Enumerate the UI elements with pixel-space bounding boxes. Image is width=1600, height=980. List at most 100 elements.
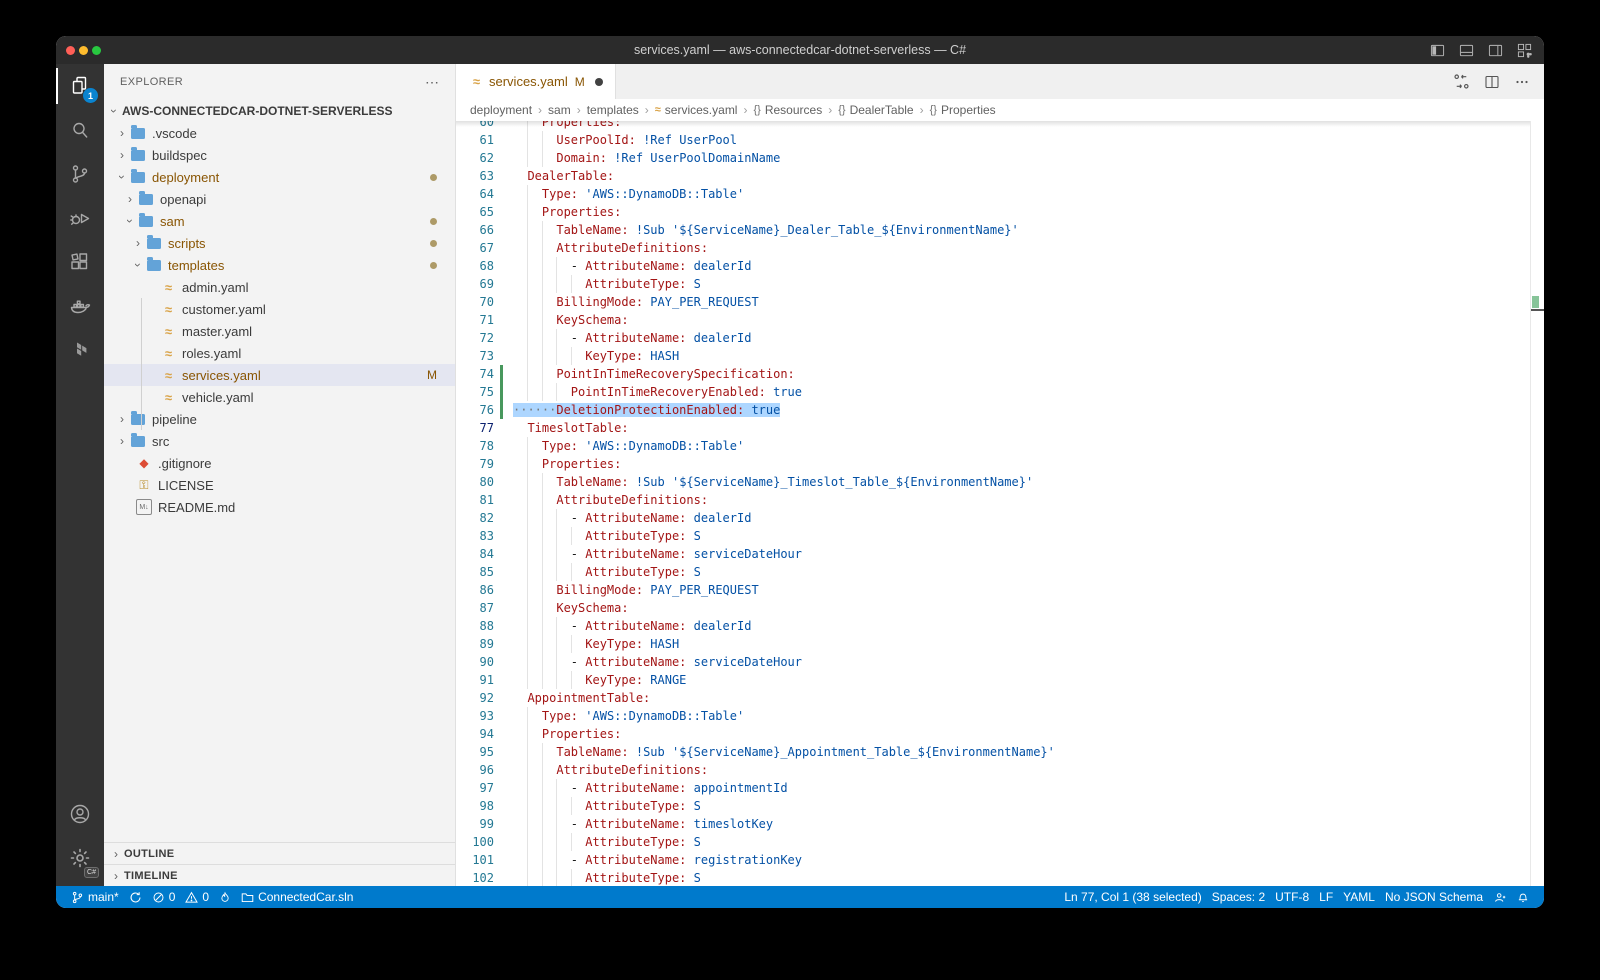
code-line[interactable]: 94 Properties: [456, 725, 1544, 743]
code-line[interactable]: 85 AttributeType: S [456, 563, 1544, 581]
tree-item-readme-md[interactable]: M↓ README.md [104, 496, 455, 518]
code-line[interactable]: 101 - AttributeName: registrationKey [456, 851, 1544, 869]
code-line[interactable]: 90 - AttributeName: serviceDateHour [456, 653, 1544, 671]
code-line[interactable]: 69 AttributeType: S [456, 275, 1544, 293]
code-line[interactable]: 83 AttributeType: S [456, 527, 1544, 545]
line-number[interactable]: 83 [456, 527, 494, 545]
code-line[interactable]: 68 - AttributeName: dealerId [456, 257, 1544, 275]
layout-customize-icon[interactable] [1517, 43, 1532, 58]
line-number[interactable]: 96 [456, 761, 494, 779]
line-number[interactable]: 71 [456, 311, 494, 329]
line-number[interactable]: 98 [456, 797, 494, 815]
code-line[interactable]: 99 - AttributeName: timeslotKey [456, 815, 1544, 833]
activity-run-debug[interactable] [56, 196, 104, 240]
line-number[interactable]: 92 [456, 689, 494, 707]
line-number[interactable]: 75 [456, 383, 494, 401]
breadcrumb-item-dealertable[interactable]: {} DealerTable [838, 103, 913, 117]
line-number[interactable]: 70 [456, 293, 494, 311]
code-line[interactable]: 82 - AttributeName: dealerId [456, 509, 1544, 527]
code-line[interactable]: 70 BillingMode: PAY_PER_REQUEST [456, 293, 1544, 311]
code-line[interactable]: 88 - AttributeName: dealerId [456, 617, 1544, 635]
activity-extensions[interactable] [56, 240, 104, 284]
tree-item-sam[interactable]: › sam [104, 210, 455, 232]
line-number[interactable]: 94 [456, 725, 494, 743]
section-outline[interactable]: › OUTLINE [104, 842, 455, 864]
overview-ruler[interactable] [1530, 121, 1544, 886]
code-line[interactable]: 95 TableName: !Sub '${ServiceName}_Appoi… [456, 743, 1544, 761]
tree-item--vscode[interactable]: › .vscode [104, 122, 455, 144]
status-spaces-2[interactable]: Spaces: 2 [1207, 886, 1270, 908]
code-line[interactable]: 97 - AttributeName: appointmentId [456, 779, 1544, 797]
code-line[interactable]: 96 AttributeDefinitions: [456, 761, 1544, 779]
line-number[interactable]: 64 [456, 185, 494, 203]
line-number[interactable]: 101 [456, 851, 494, 869]
line-number[interactable]: 91 [456, 671, 494, 689]
line-number[interactable]: 74 [456, 365, 494, 383]
breadcrumb-item-services-yaml[interactable]: ≈ services.yaml [655, 103, 738, 117]
code-line[interactable]: 81 AttributeDefinitions: [456, 491, 1544, 509]
code-line[interactable]: 62 Domain: !Ref UserPoolDomainName [456, 149, 1544, 167]
code-line[interactable]: 80 TableName: !Sub '${ServiceName}_Times… [456, 473, 1544, 491]
code-line[interactable]: 87 KeySchema: [456, 599, 1544, 617]
tree-item-customer-yaml[interactable]: ≈ customer.yaml [104, 298, 455, 320]
code-line[interactable]: 64 Type: 'AWS::DynamoDB::Table' [456, 185, 1544, 203]
line-number[interactable]: 80 [456, 473, 494, 491]
tree-item-services-yaml[interactable]: ≈ services.yaml M [104, 364, 455, 386]
line-number[interactable]: 72 [456, 329, 494, 347]
code-line[interactable]: 76 ······DeletionProtectionEnabled: true [456, 401, 1544, 419]
line-number[interactable]: 79 [456, 455, 494, 473]
status-no-json-schema[interactable]: No JSON Schema [1380, 886, 1488, 908]
code-line[interactable]: 102 AttributeType: S [456, 869, 1544, 886]
code-line[interactable]: 74 PointInTimeRecoverySpecification: [456, 365, 1544, 383]
code-line[interactable]: 100 AttributeType: S [456, 833, 1544, 851]
breadcrumb-item-properties[interactable]: {} Properties [930, 103, 996, 117]
section-timeline[interactable]: › TIMELINE [104, 864, 455, 886]
line-number[interactable]: 82 [456, 509, 494, 527]
layout-sidebar-left-icon[interactable] [1430, 43, 1445, 58]
open-changes-icon[interactable] [1453, 73, 1470, 90]
code-line[interactable]: 60 Properties: [456, 121, 1544, 131]
status-flame[interactable] [214, 886, 236, 908]
code-line[interactable]: 91 KeyType: RANGE [456, 671, 1544, 689]
code-line[interactable]: 72 - AttributeName: dealerId [456, 329, 1544, 347]
activity-settings-gear[interactable]: C# [56, 836, 104, 880]
line-number[interactable]: 69 [456, 275, 494, 293]
tree-item-license[interactable]: ⚿ LICENSE [104, 474, 455, 496]
line-number[interactable]: 93 [456, 707, 494, 725]
line-number[interactable]: 67 [456, 239, 494, 257]
status-lf[interactable]: LF [1314, 886, 1338, 908]
code-line[interactable]: 78 Type: 'AWS::DynamoDB::Table' [456, 437, 1544, 455]
code-line[interactable]: 89 KeyType: HASH [456, 635, 1544, 653]
line-number[interactable]: 95 [456, 743, 494, 761]
line-number[interactable]: 65 [456, 203, 494, 221]
line-number[interactable]: 99 [456, 815, 494, 833]
tree-item-templates[interactable]: › templates [104, 254, 455, 276]
tree-item--gitignore[interactable]: ◆ .gitignore [104, 452, 455, 474]
line-number[interactable]: 84 [456, 545, 494, 563]
status-branch[interactable]: main* [66, 886, 124, 908]
line-number[interactable]: 62 [456, 149, 494, 167]
tree-root[interactable]: › AWS-CONNECTEDCAR-DOTNET-SERVERLESS [104, 100, 455, 122]
line-number[interactable]: 78 [456, 437, 494, 455]
split-editor-icon[interactable] [1484, 74, 1500, 90]
code-line[interactable]: 73 KeyType: HASH [456, 347, 1544, 365]
status-bell[interactable] [1512, 886, 1534, 908]
tree-item-vehicle-yaml[interactable]: ≈ vehicle.yaml [104, 386, 455, 408]
line-number[interactable]: 77 [456, 419, 494, 437]
status-folder[interactable]: ConnectedCar.sln [236, 886, 358, 908]
code-line[interactable]: 61 UserPoolId: !Ref UserPool [456, 131, 1544, 149]
line-number[interactable]: 89 [456, 635, 494, 653]
layout-sidebar-right-icon[interactable] [1488, 43, 1503, 58]
close-button[interactable] [66, 45, 75, 55]
code-line[interactable]: 77 TimeslotTable: [456, 419, 1544, 437]
line-number[interactable]: 87 [456, 599, 494, 617]
minimize-button[interactable] [79, 45, 88, 55]
line-number[interactable]: 85 [456, 563, 494, 581]
tree-item-scripts[interactable]: › scripts [104, 232, 455, 254]
tree-item-src[interactable]: › src [104, 430, 455, 452]
tree-item-buildspec[interactable]: › buildspec [104, 144, 455, 166]
breadcrumb-item-templates[interactable]: templates [587, 103, 639, 117]
more-actions-icon[interactable] [1514, 74, 1530, 90]
tree-item-admin-yaml[interactable]: ≈ admin.yaml [104, 276, 455, 298]
explorer-more-actions-icon[interactable]: ⋯ [425, 74, 439, 91]
